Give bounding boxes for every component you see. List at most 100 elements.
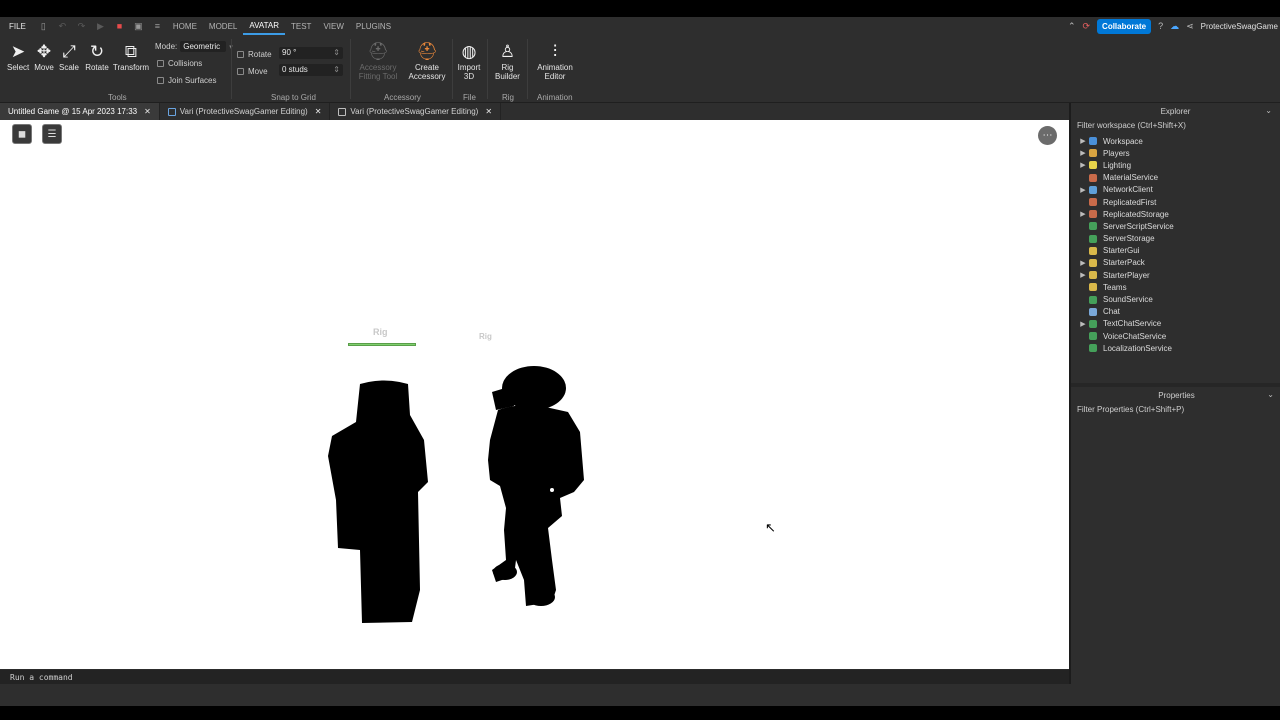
explorer-item[interactable]: Teams (1071, 281, 1280, 293)
animation-editor-button[interactable]: ⫶ Animation Editor (534, 41, 576, 81)
doc-tab-place[interactable]: Untitled Game @ 15 Apr 2023 17:33 ✕ (0, 103, 160, 120)
globe-import-icon: ◍ (461, 42, 477, 61)
animation-sliders-icon: ⫶ (552, 42, 558, 61)
expand-arrow-icon[interactable]: ▶ (1071, 161, 1089, 169)
explorer-item[interactable]: ServerStorage (1071, 233, 1280, 245)
explorer-item[interactable]: SoundService (1071, 293, 1280, 305)
checkbox-icon[interactable] (157, 77, 164, 84)
join-surfaces-checkbox[interactable]: Join Surfaces (157, 76, 216, 85)
explorer-item[interactable]: ▶ StarterPlayer (1071, 269, 1280, 281)
scale-tool[interactable]: ⤢ Scale (58, 41, 80, 72)
chevron-up-icon[interactable]: ⌃ (1068, 21, 1076, 32)
collisions-checkbox[interactable]: Collisions (157, 59, 202, 68)
explorer-item[interactable]: ▶ Workspace (1071, 135, 1280, 147)
tab-test[interactable]: TEST (285, 17, 317, 35)
snap-move-checkbox[interactable]: Move (237, 67, 268, 76)
notification-icon[interactable]: ⟳ (1083, 21, 1091, 32)
play-icon[interactable]: ▶ (95, 21, 106, 32)
explorer-item[interactable]: ▶ Players (1071, 147, 1280, 159)
explorer-item[interactable]: StarterGui (1071, 245, 1280, 257)
expand-arrow-icon[interactable]: ▶ (1071, 210, 1089, 218)
checkbox-icon[interactable] (237, 51, 244, 58)
explorer-item[interactable]: ▶ StarterPack (1071, 257, 1280, 269)
explorer-item[interactable]: LocalizationService (1071, 342, 1280, 354)
explorer-item[interactable]: ServerScriptService (1071, 220, 1280, 232)
explorer-filter-input[interactable]: Filter workspace (Ctrl+Shift+X) (1071, 119, 1280, 133)
chevron-down-icon[interactable]: ⌄ (1267, 390, 1274, 399)
explorer-item-label: NetworkClient (1103, 185, 1153, 195)
new-file-icon[interactable]: ▯ (38, 21, 49, 32)
command-input[interactable]: Run a command (10, 673, 73, 682)
checkbox-icon[interactable] (237, 68, 244, 75)
explorer-item-label: SoundService (1103, 295, 1153, 305)
redo-icon[interactable]: ↷ (76, 21, 87, 32)
scale-icon: ⤢ (62, 42, 76, 61)
explorer-item[interactable]: ▶ Lighting (1071, 159, 1280, 171)
bottom-black-bar (0, 706, 1280, 720)
screenshot-icon[interactable]: ▣ (133, 21, 144, 32)
import-3d-button[interactable]: ◍ Import 3D (454, 41, 484, 81)
expand-arrow-icon[interactable]: ▶ (1071, 271, 1089, 279)
explorer-item[interactable]: ▶ NetworkClient (1071, 184, 1280, 196)
expand-arrow-icon[interactable]: ▶ (1071, 259, 1089, 267)
blocky-rig-silhouette[interactable] (328, 380, 428, 624)
snap-rotate-input[interactable]: 90 ° ⇕ (279, 47, 343, 59)
snap-rotate-checkbox[interactable]: Rotate (237, 50, 272, 59)
doc-tab-script-2[interactable]: Vari (ProtectiveSwagGamer Editing) ✕ (330, 103, 502, 120)
separator (231, 39, 232, 99)
mode-select[interactable]: Geometric (180, 41, 227, 52)
explorer-item[interactable]: ReplicatedFirst (1071, 196, 1280, 208)
explorer-header[interactable]: Explorer ⌄ (1071, 103, 1280, 119)
help-icon[interactable]: ? (1158, 21, 1163, 31)
select-tool[interactable]: ➤ Select (7, 41, 29, 72)
expand-arrow-icon[interactable]: ▶ (1071, 137, 1089, 145)
transform-tool[interactable]: ⧉ Transform (112, 41, 150, 72)
properties-header[interactable]: Properties ⌄ (1071, 387, 1280, 403)
properties-filter-input[interactable]: Filter Properties (Ctrl+Shift+P) (1071, 403, 1280, 417)
doc-tab-script-1[interactable]: Vari (ProtectiveSwagGamer Editing) ✕ (160, 103, 331, 120)
tab-model[interactable]: MODEL (203, 17, 243, 35)
expand-arrow-icon[interactable]: ▶ (1071, 149, 1089, 157)
file-menu[interactable]: FILE (0, 22, 34, 31)
snap-move-input[interactable]: 0 studs ⇕ (279, 64, 343, 76)
tab-home[interactable]: HOME (167, 17, 203, 35)
close-icon[interactable]: ✕ (485, 107, 492, 116)
explorer-item[interactable]: ▶ ReplicatedStorage (1071, 208, 1280, 220)
checkbox-icon[interactable] (157, 60, 164, 67)
close-icon[interactable]: ✕ (315, 107, 322, 116)
tab-view[interactable]: VIEW (317, 17, 349, 35)
undo-icon[interactable]: ↶ (57, 21, 68, 32)
accessory-fitting-tool[interactable]: ⛑ Accessory Fitting Tool (356, 41, 400, 81)
rig-builder-button[interactable]: ♙ Rig Builder (492, 41, 523, 81)
create-accessory-button[interactable]: ⛑ Create Accessory (406, 41, 448, 81)
expand-arrow-icon[interactable]: ▶ (1071, 320, 1089, 328)
explorer-item[interactable]: Chat (1071, 306, 1280, 318)
service-icon (1089, 198, 1097, 207)
close-icon[interactable]: ✕ (144, 107, 151, 116)
expand-arrow-icon[interactable]: ▶ (1071, 186, 1089, 194)
properties-panel: Properties ⌄ Filter Properties (Ctrl+Shi… (1071, 387, 1280, 417)
command-bar[interactable]: Run a command (0, 669, 1069, 684)
3d-viewport[interactable]: ◼ ☰ ⋯ Rig Rig ↖ (0, 120, 1069, 669)
explorer-item-label: Teams (1103, 282, 1127, 292)
character-rig-silhouette[interactable] (488, 366, 584, 606)
collaborate-button[interactable]: Collaborate (1097, 18, 1152, 34)
customize-icon[interactable]: ≡ (152, 21, 163, 32)
explorer-item[interactable]: VoiceChatService (1071, 330, 1280, 342)
stop-icon[interactable]: ■ (114, 21, 125, 32)
share-icon[interactable]: ⋖ (1186, 21, 1194, 32)
chevron-down-icon[interactable]: ⌄ (1265, 106, 1272, 115)
explorer-item-label: StarterPack (1103, 258, 1145, 268)
cloud-icon[interactable]: ☁ (1170, 21, 1179, 32)
explorer-item[interactable]: MaterialService (1071, 172, 1280, 184)
username[interactable]: ProtectiveSwagGame (1201, 22, 1278, 31)
explorer-item-label: ServerScriptService (1103, 221, 1174, 231)
explorer-item[interactable]: ▶ TextChatService (1071, 318, 1280, 330)
tab-avatar[interactable]: AVATAR (243, 17, 285, 35)
explorer-item-label: MaterialService (1103, 173, 1159, 183)
stepper-icon[interactable]: ⇕ (333, 65, 340, 74)
stepper-icon[interactable]: ⇕ (333, 48, 340, 57)
move-tool[interactable]: ✥ Move (32, 41, 56, 72)
tab-plugins[interactable]: PLUGINS (350, 17, 397, 35)
rotate-tool[interactable]: ↻ Rotate (84, 41, 110, 72)
